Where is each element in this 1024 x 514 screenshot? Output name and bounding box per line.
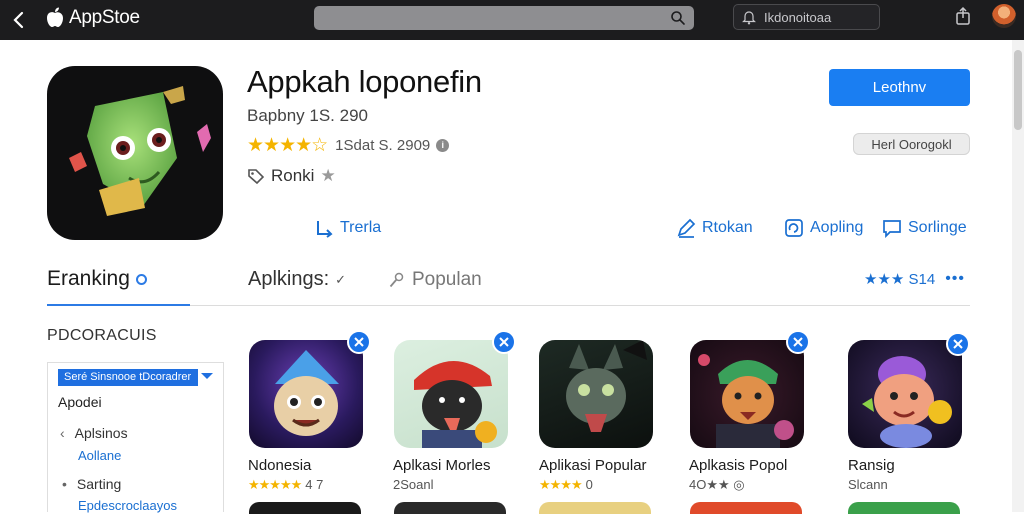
tab-apps-label: Aplkings: <box>248 268 330 290</box>
appling-link[interactable]: Aopling <box>784 218 863 238</box>
sidebar-item-sarting[interactable]: • Sarting <box>62 476 121 492</box>
corner-arrow-icon <box>317 221 333 238</box>
tab-popular[interactable]: Populan <box>388 269 482 291</box>
app-card-stars: ★★★★ <box>539 477 583 492</box>
rating-filter-label: ★★★ S14 <box>864 271 936 288</box>
tab-popular-label: Populan <box>412 269 482 290</box>
rating-stars: ★★★★☆ <box>247 135 328 156</box>
app-title: Appkah loponefin <box>247 64 482 99</box>
settings-link[interactable]: Sorlinge <box>882 218 967 238</box>
app-card-icon[interactable] <box>249 340 363 448</box>
character-icon <box>414 360 497 448</box>
app-card-name[interactable]: Aplkasi Morles <box>393 457 491 474</box>
wrench-icon <box>389 272 404 288</box>
rating-row: ★★★★☆ 1Sdat S. 2909 i <box>247 134 450 157</box>
rank-row: Ronki ★ <box>247 166 336 186</box>
top-bar: AppStoe Ikdonoitoaa <box>0 0 1024 40</box>
star-icon: ★ <box>320 166 336 185</box>
search-icon[interactable] <box>670 10 686 26</box>
app-card-icon[interactable] <box>690 340 804 448</box>
app-card-icon[interactable] <box>848 502 960 514</box>
message-icon <box>883 220 901 238</box>
tab-active-indicator <box>47 304 190 306</box>
scrollbar-thumb[interactable] <box>1014 50 1022 130</box>
pencil-icon <box>677 218 696 238</box>
genre-chip[interactable]: Herl Oorogokl <box>853 133 970 155</box>
bell-icon <box>742 11 756 25</box>
sidebar-heading: PDCORACUIS <box>47 327 157 344</box>
sidebar-link-aollane[interactable]: Aollane <box>78 448 121 463</box>
get-button[interactable]: Leothnv <box>829 69 970 106</box>
tag-icon <box>248 169 265 185</box>
app-store-brand[interactable]: AppStoe <box>44 6 140 30</box>
app-card-icon[interactable] <box>394 502 506 514</box>
app-card-icon[interactable] <box>690 502 802 514</box>
app-card-name[interactable]: Ndonesia <box>248 457 311 474</box>
close-badge-icon[interactable] <box>946 332 970 356</box>
search-input[interactable] <box>314 6 694 30</box>
chevron-down-icon[interactable] <box>201 373 213 379</box>
brand-name: AppStoe <box>69 7 140 28</box>
app-card-rating: 4 7 <box>305 477 324 492</box>
sidebar-title: Apodei <box>58 394 102 410</box>
back-arrow-icon[interactable] <box>10 8 28 32</box>
sidebar-item-label: Sarting <box>76 476 122 492</box>
settings-label: Sorlinge <box>908 219 967 236</box>
sidebar-item-label: Aplsinos <box>74 425 128 441</box>
app-subtitle: Bapbny 1S. 290 <box>247 106 368 125</box>
app-card-icon[interactable] <box>249 502 361 514</box>
account-button[interactable]: Ikdonoitoaa <box>733 4 880 30</box>
app-mascot-icon <box>69 86 211 216</box>
info-icon[interactable]: i <box>436 139 450 152</box>
share-icon[interactable] <box>954 6 972 26</box>
trerla-label: Trerla <box>340 219 382 236</box>
avatar[interactable] <box>992 4 1016 28</box>
chevron-icon: ‹ <box>60 425 65 441</box>
more-icon[interactable]: ••• <box>945 270 965 288</box>
appling-label: Aopling <box>810 219 864 236</box>
tab-rating-filter[interactable]: ★★★ S14 ••• <box>864 270 965 288</box>
app-card-meta: ★★★★★ 4 7 <box>248 477 323 493</box>
dot-icon <box>135 273 147 285</box>
character-icon <box>698 354 794 448</box>
app-card-stars: ★★★★★ <box>248 477 302 492</box>
app-card-meta: 4O★★ ◎ <box>689 477 745 492</box>
tab-apps[interactable]: Aplkings: ✓ <box>248 268 346 291</box>
app-card-icon[interactable] <box>539 502 651 514</box>
app-card-name[interactable]: Aplkasis Popol <box>689 457 787 474</box>
refresh-icon <box>785 219 803 237</box>
bullet-icon: • <box>62 476 67 492</box>
close-badge-icon[interactable] <box>347 330 371 354</box>
app-card-icon[interactable] <box>848 340 962 448</box>
tab-ranking[interactable]: Eranking <box>47 267 147 291</box>
app-card-meta: 2Soanl <box>393 477 434 492</box>
rating-text: 1Sdat S. 2909 <box>335 137 431 154</box>
app-card-rating: 0 <box>585 477 593 492</box>
sidebar-item-aplsinos[interactable]: ‹ Aplsinos <box>60 425 128 441</box>
apple-logo-icon <box>47 7 63 27</box>
chevron-down-icon: ✓ <box>335 271 347 287</box>
character-icon <box>274 350 339 436</box>
app-card-meta: ★★★★ 0 <box>539 477 593 493</box>
trerla-link[interactable]: Trerla <box>314 218 381 238</box>
character-icon <box>862 356 952 448</box>
app-card-icon[interactable] <box>394 340 508 448</box>
share-link[interactable]: Rtokan <box>676 218 753 238</box>
account-label: Ikdonoitoaa <box>764 10 832 25</box>
app-card-meta: Slcann <box>848 477 888 492</box>
category-select[interactable]: Seré Sinsnooe tDcoradrer <box>58 369 198 386</box>
app-icon <box>47 66 223 240</box>
close-badge-icon[interactable] <box>492 330 516 354</box>
app-card-icon[interactable] <box>539 340 653 448</box>
rank-label: Ronki <box>271 166 315 185</box>
close-badge-icon[interactable] <box>786 330 810 354</box>
character-icon <box>566 340 647 432</box>
share-label: Rtokan <box>702 219 753 236</box>
tab-ranking-label: Eranking <box>47 267 130 290</box>
app-card-name[interactable]: Ransig <box>848 457 895 474</box>
app-card-name[interactable]: Aplikasi Popular <box>539 457 647 474</box>
sidebar-link-epdescroclaayos[interactable]: Epdescroclaayos <box>78 498 177 513</box>
